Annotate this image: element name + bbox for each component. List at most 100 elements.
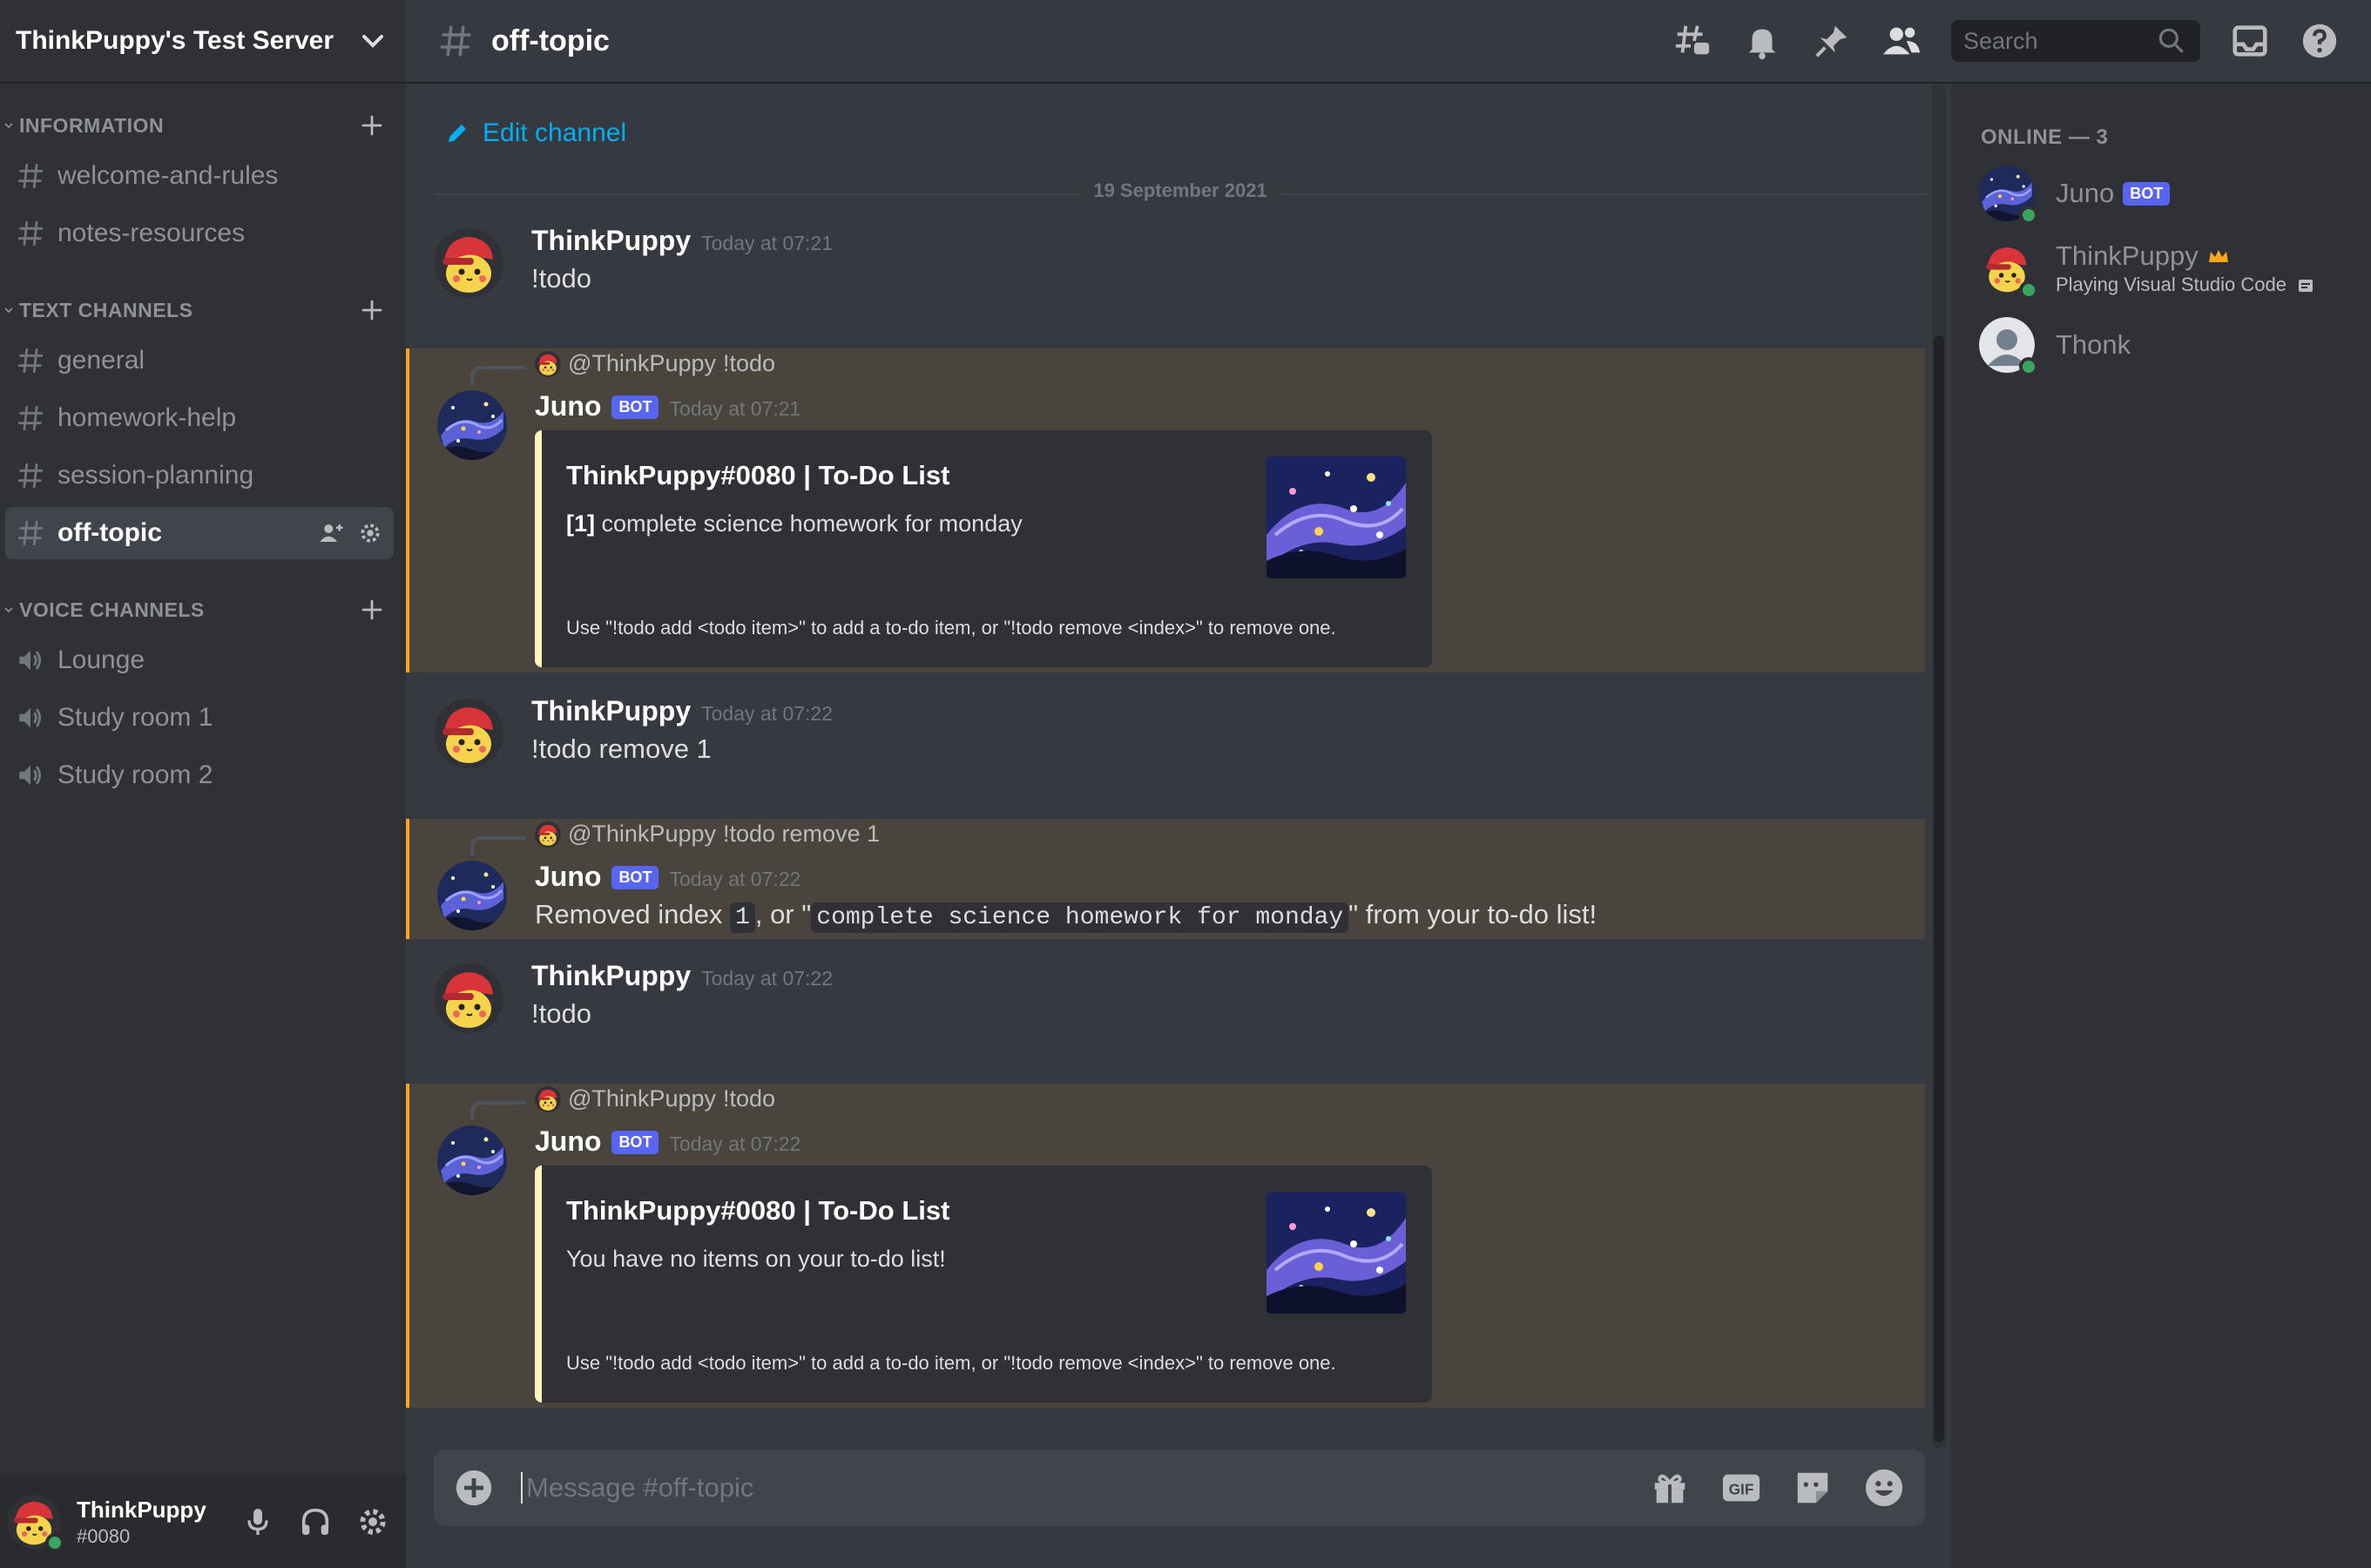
reply-text: !todo remove 1 <box>723 821 881 847</box>
text-part: Removed index <box>535 899 723 929</box>
message-input[interactable] <box>521 1472 1650 1504</box>
gear-icon[interactable] <box>357 520 383 546</box>
avatar[interactable] <box>437 1125 507 1195</box>
text-part: " from your to-do list! <box>1348 899 1598 929</box>
search-input[interactable] <box>1963 27 2155 55</box>
embed: ThinkPuppy#0080 | To-Do List [1] complet… <box>535 430 1432 667</box>
message-mentioned: @ThinkPuppy !todo remove 1 Juno BOT Toda… <box>406 819 1925 939</box>
sticker-icon[interactable] <box>1793 1468 1833 1508</box>
message-timestamp: Today at 07:21 <box>669 397 801 420</box>
avatar[interactable] <box>437 390 507 460</box>
hash-icon <box>16 518 45 548</box>
avatar[interactable] <box>434 699 503 768</box>
invite-icon[interactable] <box>319 520 345 546</box>
member-name: Juno <box>2056 178 2115 208</box>
gif-icon[interactable]: GIF <box>1721 1468 1761 1508</box>
headphones-icon[interactable] <box>298 1504 333 1539</box>
night-sky-image <box>1267 1192 1406 1314</box>
message: ThinkPuppy Today at 07:21 !todo <box>406 223 1925 328</box>
thinkpuppy-avatar-image <box>434 963 503 1033</box>
search-icon <box>2158 28 2184 53</box>
caret-down-icon <box>4 123 13 129</box>
scrollbar-thumb[interactable] <box>1934 335 1944 1442</box>
message-list[interactable]: Edit channel 19 September 2021 ThinkPupp… <box>406 84 1951 1418</box>
channel-label: homework-help <box>57 403 237 432</box>
reply-author: @ThinkPuppy <box>568 1085 716 1112</box>
category-information[interactable]: INFORMATION <box>0 106 406 145</box>
todo-index: [1] <box>566 510 595 537</box>
member-thonk[interactable]: Thonk <box>1979 317 2131 376</box>
member-juno[interactable]: Juno BOT <box>1979 166 2171 225</box>
message-author[interactable]: ThinkPuppy <box>531 225 691 257</box>
server-header[interactable]: ThinkPuppy's Test Server <box>0 0 406 84</box>
channel-homework-help[interactable]: homework-help <box>5 392 394 444</box>
date-label: 19 September 2021 <box>1081 179 1280 202</box>
hash-icon <box>16 161 45 191</box>
online-status-icon <box>45 1533 64 1552</box>
pin-icon[interactable] <box>1812 21 1852 61</box>
reply-reference[interactable]: @ThinkPuppy !todo <box>535 350 775 377</box>
channel-session-planning[interactable]: session-planning <box>5 449 394 502</box>
message: ThinkPuppy Today at 07:22 !todo remove 1 <box>406 693 1925 798</box>
create-channel-icon[interactable] <box>359 297 385 323</box>
text-part: , or " <box>754 899 812 929</box>
discord-app: ThinkPuppy's Test Server INFORMATION wel… <box>0 0 2371 1568</box>
activity-details-icon <box>2299 280 2314 293</box>
help-icon[interactable] <box>2300 21 2340 61</box>
microphone-icon[interactable] <box>240 1504 275 1539</box>
reply-reference[interactable]: @ThinkPuppy !todo <box>535 1085 775 1112</box>
message-timestamp: Today at 07:22 <box>669 868 801 890</box>
user-name: ThinkPuppy <box>77 1496 206 1523</box>
message-composer: GIF <box>434 1450 1925 1526</box>
category-label: TEXT CHANNELS <box>19 298 193 321</box>
avatar[interactable] <box>434 228 503 298</box>
settings-gear-icon[interactable] <box>355 1504 390 1539</box>
edit-channel-link[interactable]: Edit channel <box>444 118 626 148</box>
thinkpuppy-avatar-image <box>434 228 503 298</box>
embed-thumbnail[interactable] <box>1267 456 1406 578</box>
channel-label: Lounge <box>57 645 145 674</box>
category-label: VOICE CHANNELS <box>19 598 205 621</box>
member-list-icon[interactable] <box>1881 21 1922 61</box>
message-author[interactable]: Juno <box>535 861 601 893</box>
avatar[interactable] <box>7 1495 64 1552</box>
message-author[interactable]: Juno <box>535 390 601 422</box>
channel-welcome-and-rules[interactable]: welcome-and-rules <box>5 150 394 202</box>
channel-general[interactable]: general <box>5 335 394 387</box>
create-channel-icon[interactable] <box>359 597 385 623</box>
online-status-icon <box>2019 280 2038 300</box>
channel-label: off-topic <box>57 518 162 547</box>
emoji-icon[interactable] <box>1864 1468 1904 1508</box>
embed-thumbnail[interactable] <box>1267 1192 1406 1314</box>
inbox-icon[interactable] <box>2230 21 2270 61</box>
juno-avatar-image <box>437 861 507 930</box>
category-text-channels[interactable]: TEXT CHANNELS <box>0 291 406 329</box>
voice-channel-study-room-1[interactable]: Study room 1 <box>5 692 394 744</box>
night-sky-image <box>1267 456 1406 578</box>
message-author[interactable]: ThinkPuppy <box>531 960 691 992</box>
add-attachment-icon[interactable] <box>455 1469 493 1507</box>
message-author[interactable]: Juno <box>535 1125 601 1158</box>
voice-channel-study-room-2[interactable]: Study room 2 <box>5 749 394 801</box>
avatar[interactable] <box>434 963 503 1033</box>
avatar[interactable] <box>437 861 507 930</box>
embed-footer: Use "!todo add <todo item>" to add a to-… <box>566 617 1336 639</box>
notification-bell-icon[interactable] <box>1742 21 1782 61</box>
caret-down-icon <box>4 607 13 613</box>
search-box[interactable] <box>1951 20 2200 62</box>
channel-notes-resources[interactable]: notes-resources <box>5 207 394 260</box>
channel-off-topic[interactable]: off-topic <box>5 507 394 559</box>
reply-avatar <box>535 821 561 848</box>
gift-icon[interactable] <box>1650 1468 1690 1508</box>
threads-icon[interactable] <box>1672 21 1712 61</box>
server-name: ThinkPuppy's Test Server <box>16 26 334 55</box>
member-thinkpuppy[interactable]: ThinkPuppy Playing Visual Studio Code <box>1979 240 2314 300</box>
reply-reference[interactable]: @ThinkPuppy !todo remove 1 <box>535 821 880 848</box>
voice-channel-lounge[interactable]: Lounge <box>5 634 394 686</box>
chevron-down-icon[interactable] <box>355 24 390 58</box>
message-author[interactable]: ThinkPuppy <box>531 695 691 727</box>
create-channel-icon[interactable] <box>359 112 385 139</box>
category-voice-channels[interactable]: VOICE CHANNELS <box>0 591 406 629</box>
embed-title: ThinkPuppy#0080 | To-Do List <box>566 460 950 490</box>
message-timestamp: Today at 07:22 <box>701 967 834 990</box>
